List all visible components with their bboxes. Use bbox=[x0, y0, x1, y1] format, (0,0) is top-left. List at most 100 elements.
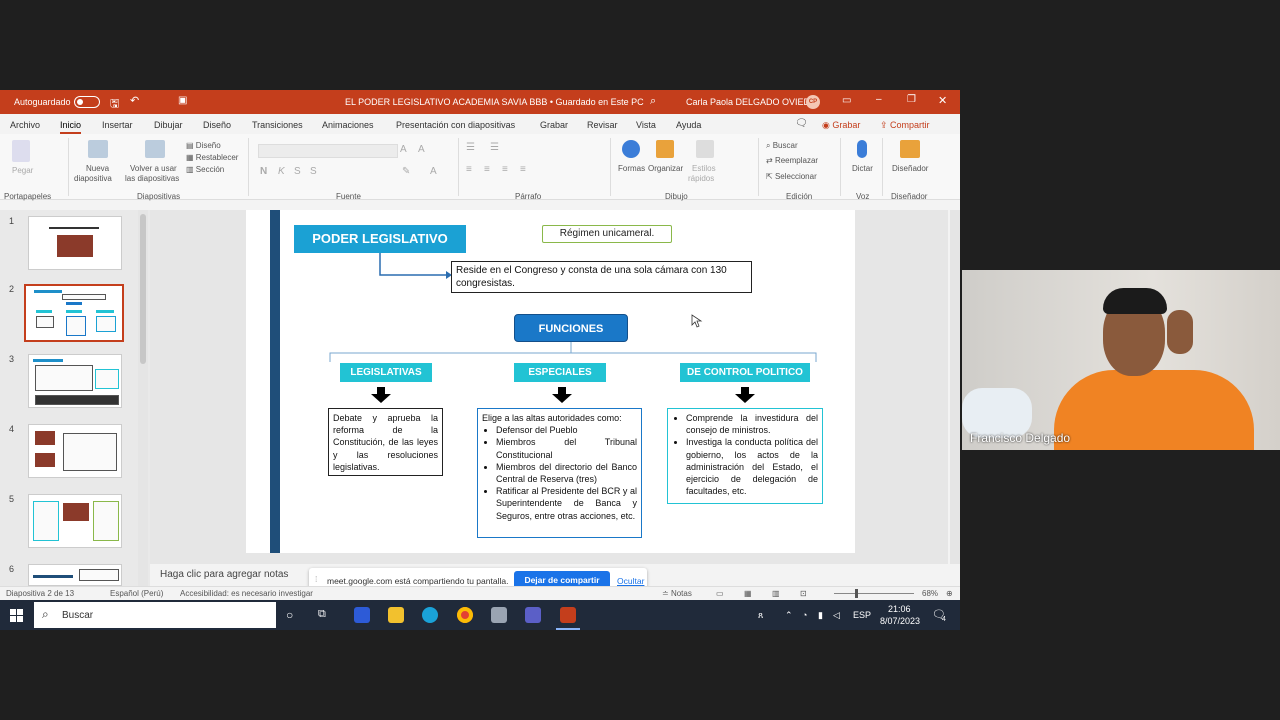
clock-time[interactable]: 21:06 bbox=[888, 604, 911, 614]
undo-icon[interactable]: ↶ bbox=[130, 94, 139, 107]
task-view-icon[interactable]: ⧉ bbox=[318, 608, 326, 621]
tab-revisar[interactable]: Revisar bbox=[587, 120, 618, 130]
zoom-slider[interactable] bbox=[834, 593, 914, 594]
powerpoint-icon[interactable] bbox=[560, 607, 576, 623]
slide-thumbnail-6[interactable] bbox=[28, 564, 122, 586]
zoom-app-icon[interactable] bbox=[354, 607, 370, 623]
reset-button[interactable]: ▦ Restablecer bbox=[186, 153, 238, 162]
slide-thumbnail-3[interactable] bbox=[28, 354, 122, 408]
cortana-icon[interactable]: ○ bbox=[286, 608, 293, 622]
battery-icon[interactable]: ▮ bbox=[818, 610, 823, 621]
present-icon[interactable]: ▣ bbox=[178, 95, 187, 106]
drag-handle-icon[interactable]: ⁞ bbox=[315, 574, 317, 584]
sorter-view-icon[interactable]: ▦ bbox=[744, 589, 752, 598]
user-avatar[interactable]: CP bbox=[806, 95, 820, 109]
tab-vista[interactable]: Vista bbox=[636, 120, 656, 130]
poder-legislativo-title[interactable]: PODER LEGISLATIVO bbox=[294, 225, 466, 253]
zoom-level[interactable]: 68% bbox=[922, 589, 938, 598]
tab-dibujar[interactable]: Dibujar bbox=[154, 120, 183, 130]
category-control-politico[interactable]: DE CONTROL POLITICO bbox=[680, 363, 810, 382]
maximize-icon[interactable]: ❐ bbox=[907, 94, 916, 105]
app-icon[interactable] bbox=[491, 607, 507, 623]
tab-inicio[interactable]: Inicio bbox=[60, 120, 82, 134]
font-shrink-icon[interactable]: A bbox=[418, 144, 425, 155]
search-icon[interactable]: ⌕ bbox=[650, 95, 656, 108]
quick-styles-label[interactable]: Estilos bbox=[692, 164, 716, 173]
tab-grabar[interactable]: Grabar bbox=[540, 120, 568, 130]
tab-presentacion[interactable]: Presentación con diapositivas bbox=[396, 120, 515, 130]
volume-icon[interactable]: ◁ bbox=[833, 610, 840, 621]
category-legislativas[interactable]: LEGISLATIVAS bbox=[340, 363, 432, 382]
reading-view-icon[interactable]: ▥ bbox=[772, 589, 780, 598]
select-button[interactable]: ⇱ Seleccionar bbox=[766, 172, 817, 181]
strike-icon[interactable]: S bbox=[310, 166, 317, 177]
teams-icon[interactable] bbox=[525, 607, 541, 623]
control-politico-description[interactable]: Comprende la investidura del consejo de … bbox=[667, 408, 823, 504]
layout-button[interactable]: ▤ Diseño bbox=[186, 141, 221, 150]
find-button[interactable]: ⌕ Buscar bbox=[766, 141, 798, 151]
accessibility-status[interactable]: Accesibilidad: es necesario investigar bbox=[180, 589, 313, 598]
quick-styles-label-2[interactable]: rápidos bbox=[688, 174, 714, 183]
webcam-tile[interactable]: Francisco Delgado bbox=[962, 270, 1280, 450]
justify-icon[interactable]: ≡ bbox=[520, 164, 526, 175]
document-title[interactable]: EL PODER LEGISLATIVO ACADEMIA SAVIA BBB … bbox=[345, 97, 644, 107]
shapes-icon[interactable] bbox=[622, 140, 640, 158]
bullets-icon[interactable]: ☰ bbox=[466, 142, 475, 153]
chrome-icon[interactable] bbox=[457, 607, 473, 623]
reuse-label[interactable]: Volver a usar bbox=[130, 164, 177, 173]
slide-thumbnail-1[interactable] bbox=[28, 216, 122, 270]
record-button[interactable]: ◉ Grabar bbox=[822, 120, 860, 131]
new-slide-label-2[interactable]: diapositiva bbox=[74, 174, 112, 183]
thumbnail-scrollbar[interactable] bbox=[138, 210, 148, 586]
edge-icon[interactable] bbox=[422, 607, 438, 623]
microphone-icon[interactable] bbox=[857, 140, 867, 158]
dictate-label[interactable]: Dictar bbox=[852, 164, 873, 173]
ribbon-display-icon[interactable]: ▭ bbox=[842, 95, 851, 106]
quick-styles-icon[interactable] bbox=[696, 140, 714, 158]
reuse-label-2[interactable]: las diapositivas bbox=[125, 174, 179, 183]
slide-thumbnail-5[interactable] bbox=[28, 494, 122, 548]
reuse-slides-icon[interactable] bbox=[145, 140, 165, 158]
tab-insertar[interactable]: Insertar bbox=[102, 120, 133, 130]
slide-scrollbar[interactable] bbox=[950, 210, 960, 564]
funciones-box[interactable]: FUNCIONES bbox=[514, 314, 628, 342]
close-icon[interactable]: ✕ bbox=[938, 94, 947, 107]
save-icon[interactable]: 🖫 bbox=[110, 95, 119, 114]
windows-start-icon[interactable] bbox=[10, 609, 23, 622]
hide-link[interactable]: Ocultar bbox=[617, 576, 644, 586]
taskbar-search[interactable]: ⌕ Buscar bbox=[34, 602, 276, 628]
italic-icon[interactable]: K bbox=[278, 166, 285, 177]
numbering-icon[interactable]: ☰ bbox=[490, 142, 499, 153]
autosave-toggle[interactable] bbox=[74, 96, 100, 108]
tab-transiciones[interactable]: Transiciones bbox=[252, 120, 303, 130]
notes-toggle[interactable]: ≐ Notas bbox=[662, 589, 692, 598]
tab-diseno[interactable]: Diseño bbox=[203, 120, 231, 130]
regimen-box[interactable]: Régimen unicameral. bbox=[542, 225, 672, 243]
tab-ayuda[interactable]: Ayuda bbox=[676, 120, 701, 130]
arrange-label[interactable]: Organizar bbox=[648, 164, 683, 173]
bold-icon[interactable]: N bbox=[260, 166, 267, 177]
fit-window-icon[interactable]: ⊕ bbox=[946, 589, 953, 598]
legislativas-description[interactable]: Debate y aprueba la reforma de la Consti… bbox=[328, 408, 443, 476]
section-button[interactable]: ▥ Sección bbox=[186, 165, 224, 174]
slide[interactable]: PODER LEGISLATIVO Régimen unicameral. Re… bbox=[246, 210, 855, 553]
zoom-slider-handle[interactable] bbox=[855, 589, 858, 598]
underline-icon[interactable]: S bbox=[294, 166, 301, 177]
language-status[interactable]: Español (Perú) bbox=[110, 589, 163, 598]
tab-archivo[interactable]: Archivo bbox=[10, 120, 40, 130]
designer-label[interactable]: Diseñador bbox=[892, 164, 928, 173]
category-especiales[interactable]: ESPECIALES bbox=[514, 363, 606, 382]
paste-icon[interactable] bbox=[12, 140, 30, 162]
normal-view-icon[interactable]: ▭ bbox=[716, 589, 724, 598]
slide-thumbnail-4[interactable] bbox=[28, 424, 122, 478]
align-right-icon[interactable]: ≡ bbox=[502, 164, 508, 175]
scrollbar-thumb[interactable] bbox=[140, 214, 146, 364]
network-icon[interactable]: ◔ bbox=[802, 610, 807, 620]
person-icon[interactable]: ጸ bbox=[758, 610, 763, 621]
file-explorer-icon[interactable] bbox=[388, 607, 404, 623]
align-left-icon[interactable]: ≡ bbox=[466, 164, 472, 175]
font-grow-icon[interactable]: A bbox=[400, 144, 407, 155]
font-color-icon[interactable]: A bbox=[430, 166, 437, 177]
shapes-label[interactable]: Formas bbox=[618, 164, 645, 173]
reside-box[interactable]: Reside en el Congreso y consta de una so… bbox=[451, 261, 752, 293]
